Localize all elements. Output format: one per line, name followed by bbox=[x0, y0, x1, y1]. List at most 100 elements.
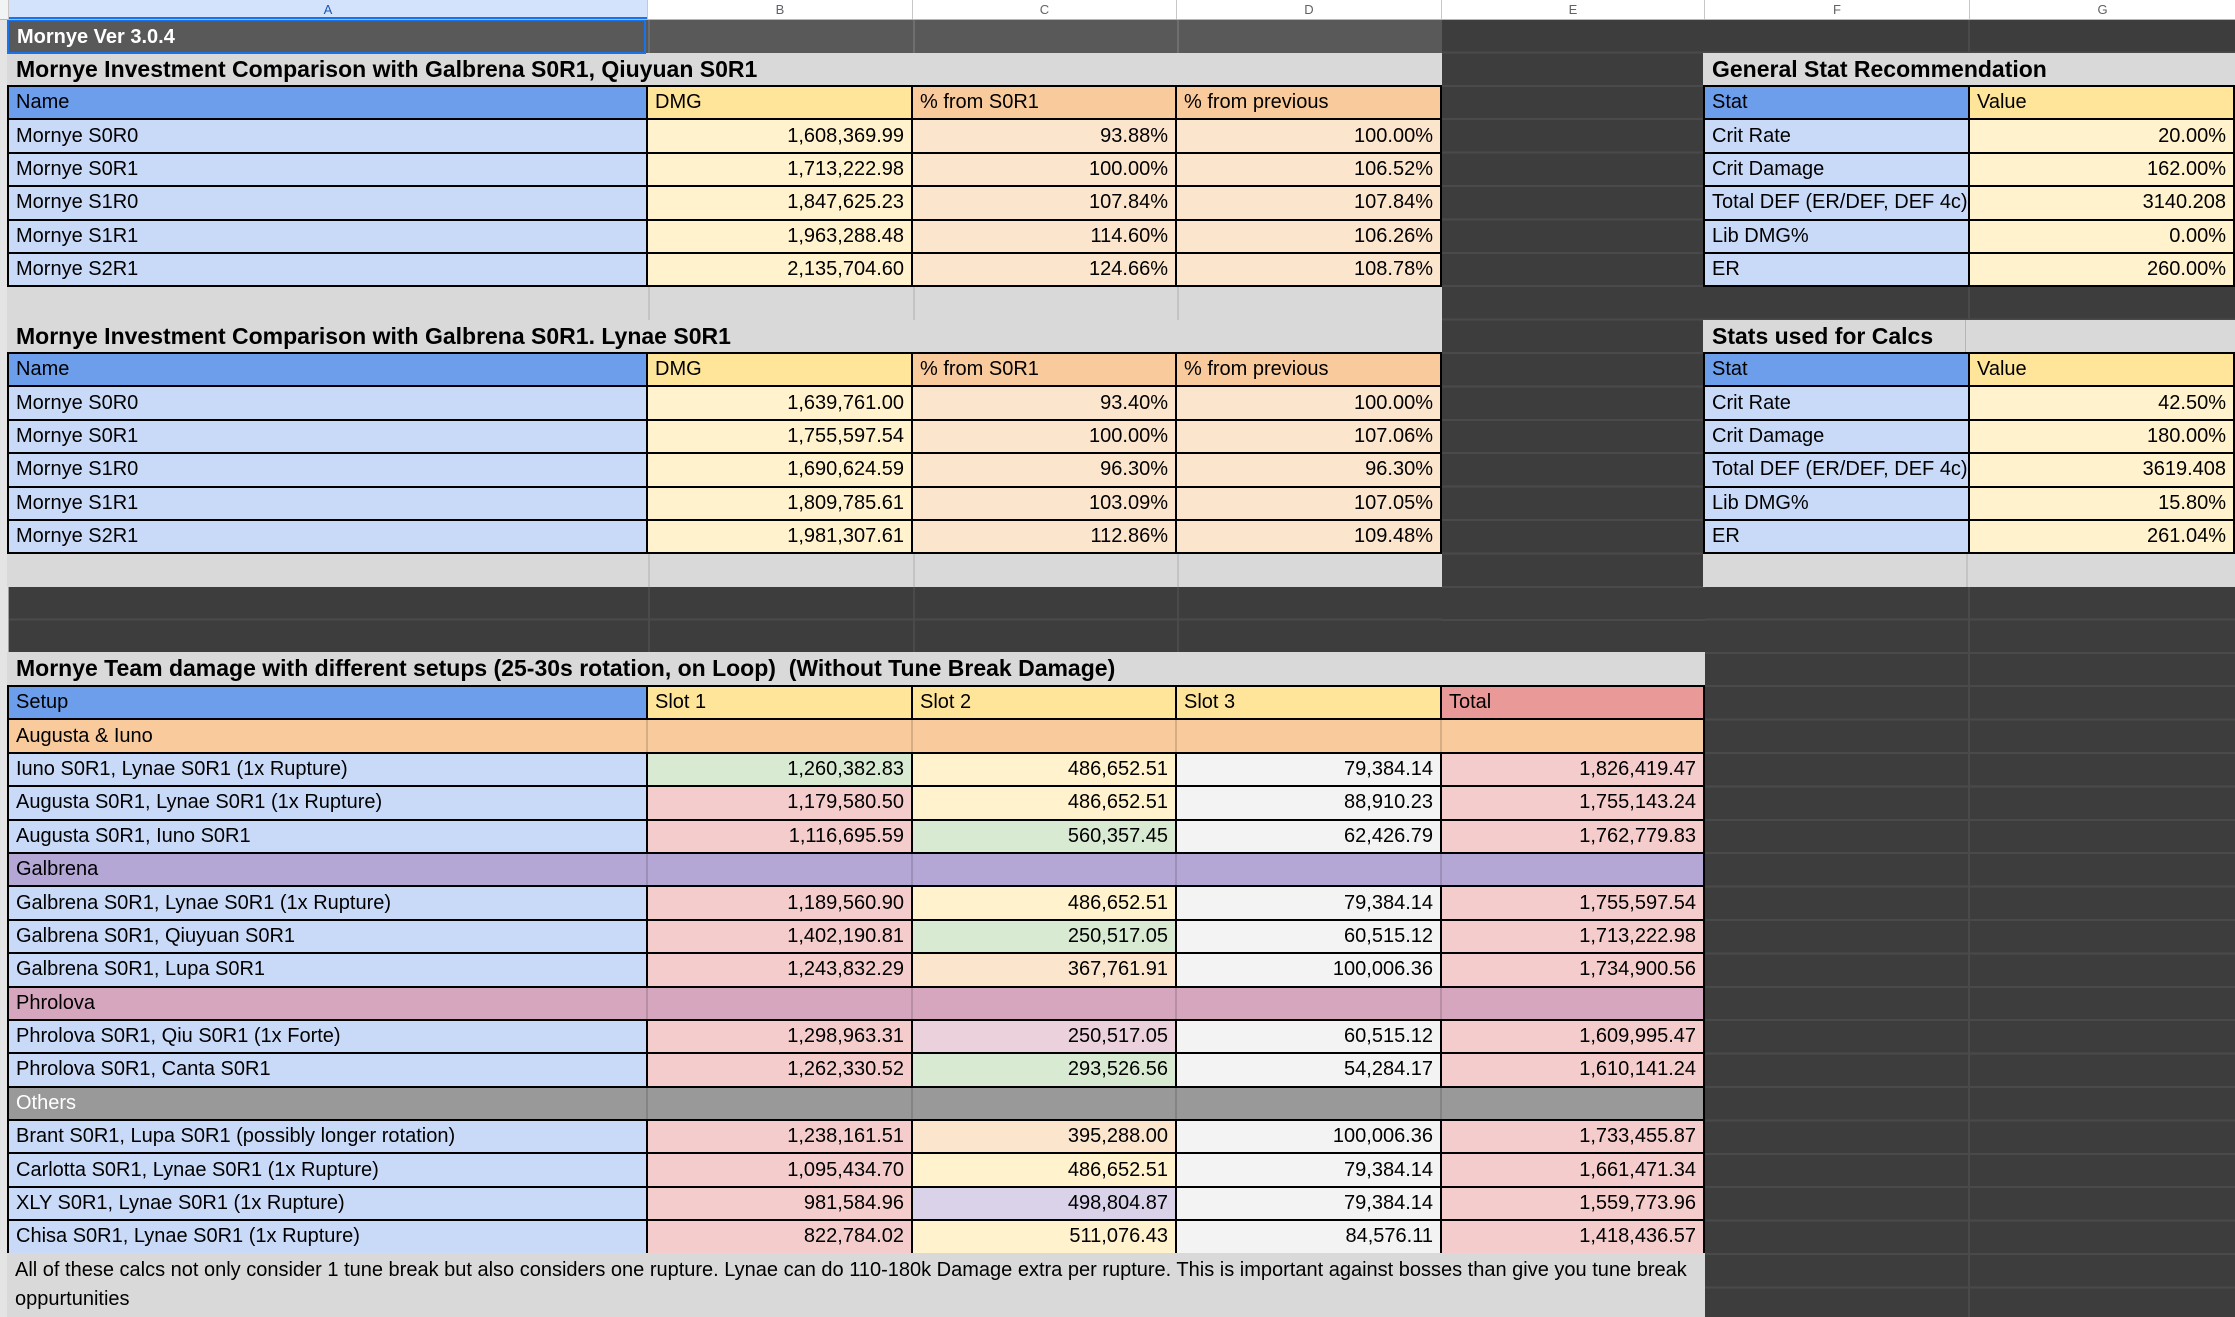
cell-pct-prev[interactable]: 106.26% bbox=[1177, 221, 1440, 252]
column-header-b[interactable]: B bbox=[648, 0, 913, 19]
cell-pct-s0r1[interactable]: 100.00% bbox=[913, 154, 1175, 185]
cell-setup[interactable]: Iuno S0R1, Lynae S0R1 (1x Rupture) bbox=[9, 754, 646, 785]
cell-total[interactable]: 1,418,436.57 bbox=[1442, 1221, 1703, 1252]
cell-dmg[interactable]: 1,608,369.99 bbox=[648, 120, 911, 151]
cell-slot3[interactable]: 62,426.79 bbox=[1177, 821, 1440, 852]
cell-stat[interactable]: Lib DMG% bbox=[1705, 488, 1968, 519]
cell-slot3[interactable]: 88,910.23 bbox=[1177, 787, 1440, 818]
cell-name[interactable]: Mornye S1R1 bbox=[9, 488, 646, 519]
empty-area-bottom-right[interactable] bbox=[1705, 587, 2235, 1317]
team-header-setup[interactable]: Setup bbox=[9, 687, 646, 718]
column-header-f[interactable]: F bbox=[1705, 0, 1970, 19]
t1-header-pct-s0r1[interactable]: % from S0R1 bbox=[913, 87, 1175, 118]
cell-slot3[interactable]: 79,384.14 bbox=[1177, 754, 1440, 785]
cell-slot1[interactable]: 1,243,832.29 bbox=[648, 954, 911, 985]
cell-slot2[interactable]: 250,517.05 bbox=[913, 1021, 1175, 1052]
cell-dmg[interactable]: 1,755,597.54 bbox=[648, 421, 911, 452]
cell-pct-prev[interactable]: 107.06% bbox=[1177, 421, 1440, 452]
cell-pct-prev[interactable]: 109.48% bbox=[1177, 521, 1440, 552]
column-header-d[interactable]: D bbox=[1177, 0, 1442, 19]
cell-slot1[interactable]: 1,189,560.90 bbox=[648, 887, 911, 918]
cell-dmg[interactable]: 1,981,307.61 bbox=[648, 521, 911, 552]
cell-setup[interactable]: Phrolova S0R1, Canta S0R1 bbox=[9, 1054, 646, 1085]
cell-stat[interactable]: Crit Rate bbox=[1705, 120, 1968, 151]
cell-slot1[interactable]: 1,260,382.83 bbox=[648, 754, 911, 785]
cell-stat[interactable]: Crit Damage bbox=[1705, 421, 1968, 452]
cell-value[interactable]: 15.80% bbox=[1970, 488, 2233, 519]
cell-slot2[interactable]: 395,288.00 bbox=[913, 1121, 1175, 1152]
t2-header-pct-prev[interactable]: % from previous bbox=[1177, 354, 1440, 385]
cell-setup[interactable]: Brant S0R1, Lupa S0R1 (possibly longer r… bbox=[9, 1121, 646, 1152]
cell-slot1[interactable]: 1,116,695.59 bbox=[648, 821, 911, 852]
cell-name[interactable]: Mornye S0R0 bbox=[9, 120, 646, 151]
cell-total[interactable]: 1,661,471.34 bbox=[1442, 1154, 1703, 1185]
cell-total[interactable]: 1,762,779.83 bbox=[1442, 821, 1703, 852]
cell-dmg[interactable]: 1,847,625.23 bbox=[648, 187, 911, 218]
cell-slot3[interactable]: 60,515.12 bbox=[1177, 921, 1440, 952]
column-header-e[interactable]: E bbox=[1442, 0, 1705, 19]
cell-name[interactable]: Mornye S1R1 bbox=[9, 221, 646, 252]
cell-total[interactable]: 1,733,455.87 bbox=[1442, 1121, 1703, 1152]
cell-name[interactable]: Mornye S0R1 bbox=[9, 421, 646, 452]
cell-dmg[interactable]: 2,135,704.60 bbox=[648, 254, 911, 285]
cell-stat[interactable]: Crit Rate bbox=[1705, 387, 1968, 418]
cell-pct-prev[interactable]: 107.05% bbox=[1177, 488, 1440, 519]
cell-setup[interactable]: XLY S0R1, Lynae S0R1 (1x Rupture) bbox=[9, 1188, 646, 1219]
cell-setup[interactable]: Augusta S0R1, Lynae S0R1 (1x Rupture) bbox=[9, 787, 646, 818]
cell-slot3[interactable]: 84,576.11 bbox=[1177, 1221, 1440, 1252]
cell-slot2[interactable]: 560,357.45 bbox=[913, 821, 1175, 852]
column-header-g[interactable]: G bbox=[1970, 0, 2235, 19]
cell-value[interactable]: 0.00% bbox=[1970, 221, 2233, 252]
cell-value[interactable]: 42.50% bbox=[1970, 387, 2233, 418]
cell-dmg[interactable]: 1,713,222.98 bbox=[648, 154, 911, 185]
cell-slot3[interactable]: 60,515.12 bbox=[1177, 1021, 1440, 1052]
team-header-slot3[interactable]: Slot 3 bbox=[1177, 687, 1440, 718]
team-table-title[interactable]: Mornye Team damage with different setups… bbox=[7, 652, 1705, 685]
cell-slot1[interactable]: 1,402,190.81 bbox=[648, 921, 911, 952]
cell-pct-prev[interactable]: 108.78% bbox=[1177, 254, 1440, 285]
cell-slot1[interactable]: 981,584.96 bbox=[648, 1188, 911, 1219]
corner-cell[interactable] bbox=[0, 0, 9, 19]
spacer-row[interactable] bbox=[7, 554, 1442, 587]
cell-value[interactable]: 260.00% bbox=[1970, 254, 2233, 285]
cell-pct-prev[interactable]: 96.30% bbox=[1177, 454, 1440, 485]
cell-slot3[interactable]: 79,384.14 bbox=[1177, 1188, 1440, 1219]
cell-slot2[interactable]: 486,652.51 bbox=[913, 1154, 1175, 1185]
empty-area-mid-right[interactable] bbox=[1705, 287, 2235, 320]
cell-pct-s0r1[interactable]: 112.86% bbox=[913, 521, 1175, 552]
cell-slot3[interactable]: 79,384.14 bbox=[1177, 1154, 1440, 1185]
cell-value[interactable]: 162.00% bbox=[1970, 154, 2233, 185]
cell-pct-s0r1[interactable]: 107.84% bbox=[913, 187, 1175, 218]
cell-slot2[interactable]: 486,652.51 bbox=[913, 754, 1175, 785]
t2-header-dmg[interactable]: DMG bbox=[648, 354, 911, 385]
column-header-a[interactable]: A bbox=[9, 0, 648, 19]
cell-slot1[interactable]: 1,179,580.50 bbox=[648, 787, 911, 818]
empty-area-top-right[interactable] bbox=[1705, 20, 2235, 53]
cell-slot1[interactable]: 1,095,434.70 bbox=[648, 1154, 911, 1185]
cell-name[interactable]: Mornye S1R0 bbox=[9, 187, 646, 218]
column-header-c[interactable]: C bbox=[913, 0, 1177, 19]
t1-header-dmg[interactable]: DMG bbox=[648, 87, 911, 118]
cell-name[interactable]: Mornye S2R1 bbox=[9, 521, 646, 552]
team-header-slot1[interactable]: Slot 1 bbox=[648, 687, 911, 718]
spacer-row[interactable] bbox=[1703, 554, 2235, 587]
cell-slot1[interactable]: 1,298,963.31 bbox=[648, 1021, 911, 1052]
cell-slot2[interactable]: 511,076.43 bbox=[913, 1221, 1175, 1252]
team-header-total[interactable]: Total bbox=[1442, 687, 1703, 718]
cell-total[interactable]: 1,609,995.47 bbox=[1442, 1021, 1703, 1052]
cell-slot2[interactable]: 486,652.51 bbox=[913, 787, 1175, 818]
cell-slot2[interactable]: 293,526.56 bbox=[913, 1054, 1175, 1085]
cell-name[interactable]: Mornye S2R1 bbox=[9, 254, 646, 285]
calc-stats-title-empty-cell[interactable] bbox=[1966, 320, 2235, 352]
cell-slot3[interactable]: 54,284.17 bbox=[1177, 1054, 1440, 1085]
cell-stat[interactable]: Total DEF (ER/DEF, DEF 4c) bbox=[1705, 187, 1968, 218]
cell-setup[interactable]: Galbrena S0R1, Lupa S0R1 bbox=[9, 954, 646, 985]
cell-stat[interactable]: ER bbox=[1705, 521, 1968, 552]
cell-pct-s0r1[interactable]: 93.88% bbox=[913, 120, 1175, 151]
t1-header-pct-prev[interactable]: % from previous bbox=[1177, 87, 1440, 118]
gs-header-stat[interactable]: Stat bbox=[1705, 87, 1968, 118]
calc-stats-title[interactable]: Stats used for Calcs bbox=[1703, 320, 1966, 352]
cell-name[interactable]: Mornye S0R1 bbox=[9, 154, 646, 185]
cell-pct-s0r1[interactable]: 124.66% bbox=[913, 254, 1175, 285]
t2-header-name[interactable]: Name bbox=[9, 354, 646, 385]
